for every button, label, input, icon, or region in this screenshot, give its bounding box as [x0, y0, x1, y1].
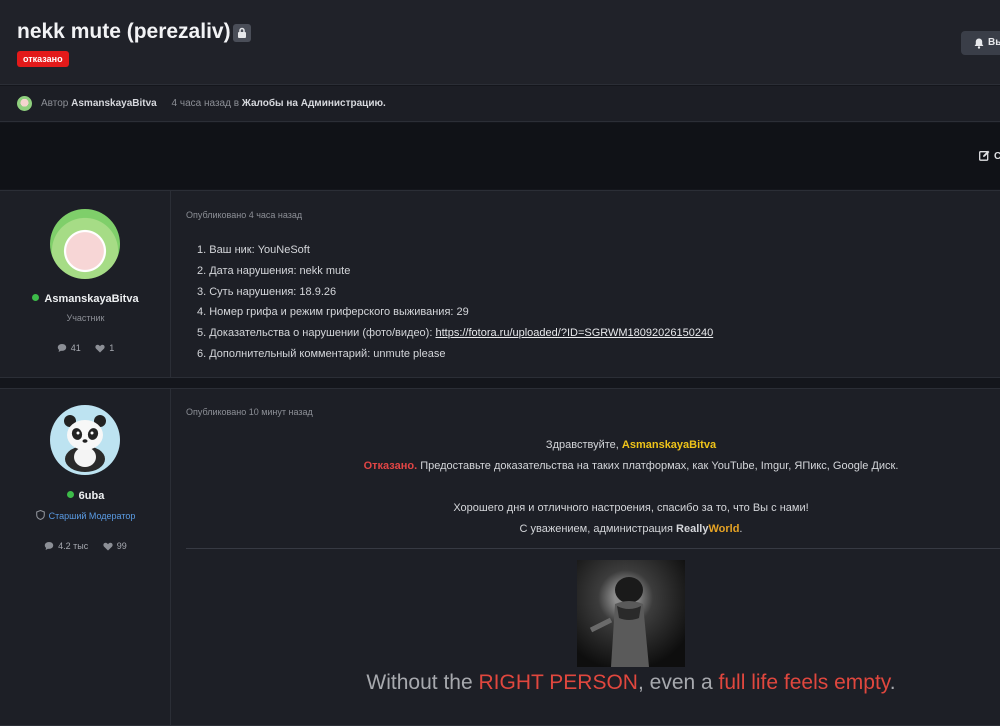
post-date[interactable]: Опубликовано 10 минут назад [186, 407, 313, 417]
post-time: 4 часа назад [171, 98, 231, 109]
greeting: Здравствуйте, [545, 439, 619, 451]
edit-label[interactable]: С [994, 151, 1000, 162]
regards-text: С уважением, администрация [519, 523, 673, 535]
in-text: в [233, 98, 240, 109]
brand-world: World [708, 523, 740, 535]
lock-icon [233, 24, 251, 42]
greeting-name: AsmanskayaBitva [621, 439, 717, 451]
comment-icon [44, 542, 54, 550]
denied-label: Отказано. [363, 460, 418, 472]
user-role[interactable]: Старший Модератор [49, 511, 136, 521]
panda-avatar-icon [64, 415, 106, 472]
post-author-panel: 6uba Старший Модератор 4.2 тыс 99 [0, 389, 171, 725]
online-indicator [32, 294, 40, 301]
watch-button[interactable]: Вы [961, 31, 1000, 55]
post-author-panel: AsmanskayaBitva Участник 41 1 [0, 191, 171, 377]
list-item: 4. Номер грифа и режим гриферского выжив… [197, 306, 469, 319]
brand-end: . [739, 523, 743, 535]
thread-meta: Автор AsmanskayaBitva 4 часа назад в Жал… [0, 86, 1000, 122]
heart-icon [103, 542, 113, 551]
shield-icon [35, 509, 45, 521]
status-badge: отказано [17, 51, 69, 67]
wish-text: Хорошего дня и отличного настроения, спа… [453, 502, 809, 514]
avatar[interactable] [50, 209, 120, 279]
post-date[interactable]: Опубликовано 4 часа назад [186, 210, 302, 220]
thread-header: nekk mute (perezaliv) отказано Вы [0, 0, 1000, 85]
reaction-count: 99 [116, 541, 127, 551]
heart-icon [95, 344, 105, 353]
thread-title: nekk mute (perezaliv) [17, 20, 231, 43]
bell-icon [974, 38, 984, 49]
post: 6uba Старший Модератор 4.2 тыс 99 Опубли… [0, 388, 1000, 726]
list-item: 1. Ваш ник: YouNeSoft [197, 244, 310, 256]
list-item: 5. Доказательства о нарушении (фото/виде… [197, 323, 713, 344]
signature-quote: Without the RIGHT PERSON, even a full li… [366, 671, 896, 694]
post-body: 1. Ваш ник: YouNeSoft 2. Дата нарушения:… [197, 240, 713, 365]
author-prefix: Автор [41, 98, 69, 109]
thread-toolbar: С [0, 123, 1000, 189]
list-item: 2. Дата нарушения: nekk mute [197, 264, 351, 277]
author-avatar[interactable] [17, 96, 32, 111]
denied-text: Предоставьте доказательства на таких пла… [420, 460, 899, 472]
online-indicator [66, 491, 74, 498]
post: AsmanskayaBitva Участник 41 1 Опубликова… [0, 190, 1000, 378]
list-item-label: 5. Доказательства о нарушении (фото/виде… [197, 327, 433, 340]
comment-icon [57, 344, 66, 352]
brand-really: Really [676, 523, 709, 535]
watch-label: Вы [988, 37, 1000, 48]
list-item: 3. Суть нарушения: 18.9.26 [197, 285, 337, 298]
message-count: 41 [70, 343, 81, 353]
user-stats: 4.2 тыс 99 [0, 541, 171, 551]
user-stats: 41 1 [0, 343, 171, 353]
username[interactable]: AsmanskayaBitva [44, 293, 138, 305]
list-item: 6. Дополнительный комментарий: unmute pl… [197, 347, 446, 360]
signature-image [577, 560, 685, 667]
reaction-count: 1 [109, 343, 115, 353]
message-count: 4.2 тыс [58, 541, 89, 551]
forum-link[interactable]: Жалобы на Администрацию. [242, 98, 386, 109]
author-link[interactable]: AsmanskayaBitva [71, 98, 157, 109]
edit-icon[interactable] [979, 150, 990, 161]
evidence-link[interactable]: https://fotora.ru/uploaded/?ID=SGRWM1809… [435, 327, 713, 339]
signature-divider [186, 548, 1000, 549]
username[interactable]: 6uba [79, 490, 105, 502]
avatar[interactable] [50, 405, 120, 475]
user-role: Участник [66, 313, 105, 323]
